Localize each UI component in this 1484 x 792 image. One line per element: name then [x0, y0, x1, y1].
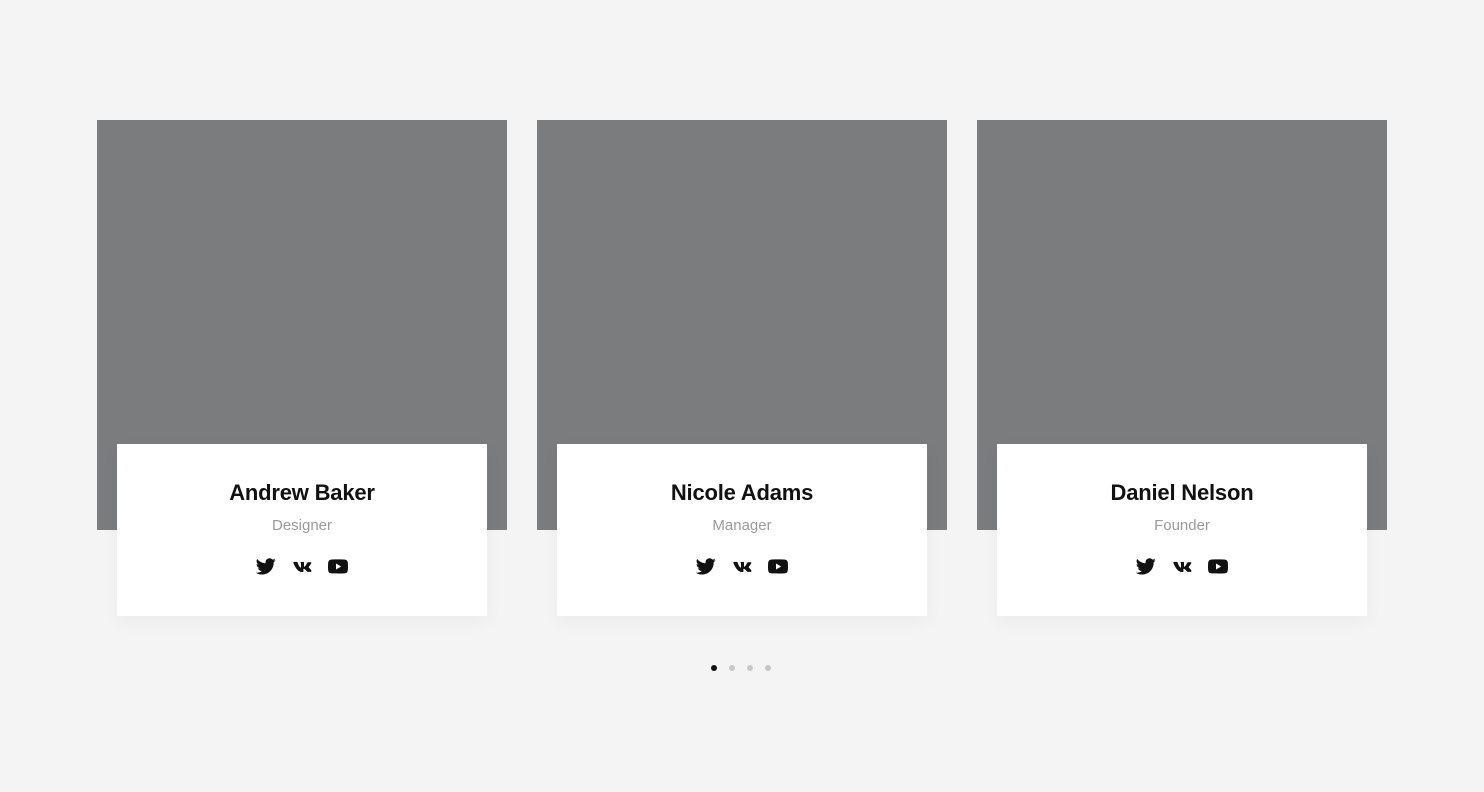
social-links — [997, 556, 1367, 576]
member-info: Andrew Baker Designer — [117, 444, 487, 616]
member-name: Daniel Nelson — [1110, 480, 1254, 505]
twitter-icon[interactable] — [256, 556, 276, 576]
youtube-icon[interactable] — [328, 556, 348, 576]
vk-icon[interactable] — [732, 556, 752, 576]
youtube-icon[interactable] — [768, 556, 788, 576]
member-name: Nicole Adams — [670, 480, 814, 505]
member-role: Manager — [712, 517, 772, 534]
twitter-icon[interactable] — [1136, 556, 1156, 576]
social-links — [557, 556, 927, 576]
member-role: Founder — [1154, 517, 1210, 534]
vk-icon[interactable] — [1172, 556, 1192, 576]
pagination-dot[interactable] — [747, 665, 753, 671]
member-info: Daniel Nelson Founder — [997, 444, 1367, 616]
team-carousel: Andrew Baker Designer Nicole Adams Manag… — [0, 0, 1484, 792]
team-card: Nicole Adams Manager — [537, 120, 947, 616]
member-name: Andrew Baker — [229, 480, 375, 505]
member-info: Nicole Adams Manager — [557, 444, 927, 616]
pagination-dot[interactable] — [711, 665, 717, 671]
social-links — [117, 556, 487, 576]
member-role: Designer — [271, 517, 333, 534]
team-card: Daniel Nelson Founder — [977, 120, 1387, 616]
pagination-dot[interactable] — [765, 665, 771, 671]
vk-icon[interactable] — [292, 556, 312, 576]
youtube-icon[interactable] — [1208, 556, 1228, 576]
team-card: Andrew Baker Designer — [97, 120, 507, 616]
carousel-pagination — [711, 665, 771, 671]
twitter-icon[interactable] — [696, 556, 716, 576]
pagination-dot[interactable] — [729, 665, 735, 671]
